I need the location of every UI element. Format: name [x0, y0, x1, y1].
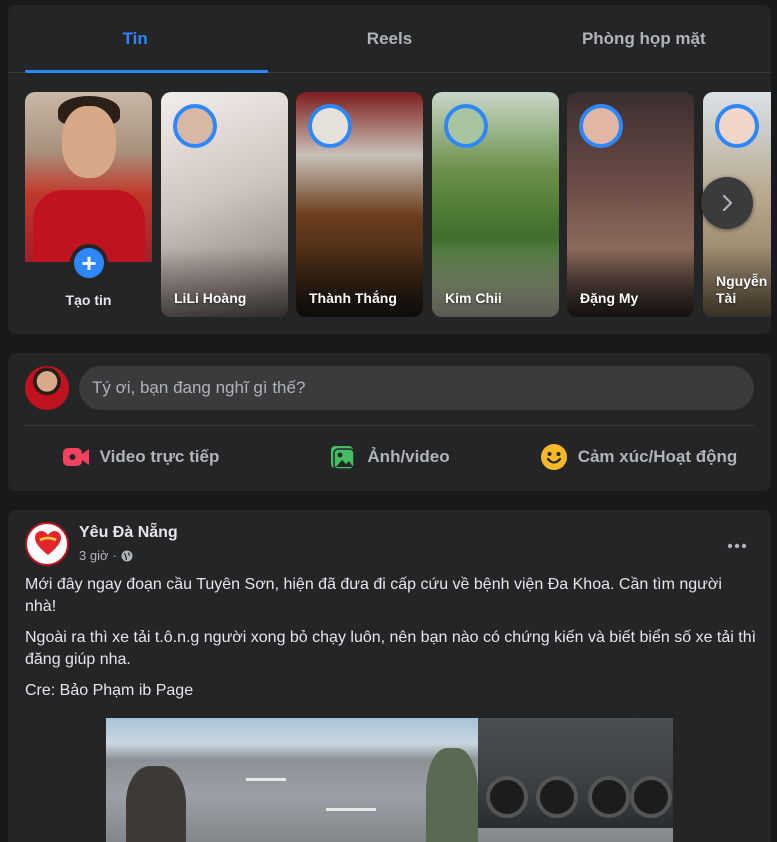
post-meta: 3 giờ · — [79, 548, 133, 563]
story-name: Thành Thắng — [309, 290, 397, 306]
photo-video-button[interactable]: Ảnh/video — [265, 435, 514, 479]
story-card[interactable]: Thành Thắng — [296, 92, 423, 317]
heart-logo-icon — [35, 531, 61, 555]
story-card[interactable]: Kim Chii — [432, 92, 559, 317]
feed-post: Yêu Đà Nẵng 3 giờ · Mới đây ngay đoạn cầ… — [8, 510, 771, 842]
post-author[interactable]: Yêu Đà Nẵng — [79, 524, 178, 542]
post-paragraph: Cre: Bảo Phạm ib Page — [25, 682, 194, 699]
composer-input[interactable]: Tý ơi, bạn đang nghĩ gì thế? — [79, 366, 754, 410]
stories-card: Tin Reels Phòng họp mặt + Tạo tin LiLi H… — [8, 5, 771, 334]
story-name: Nguyễn Tài — [716, 273, 768, 306]
create-story-card[interactable]: + Tạo tin — [25, 92, 152, 317]
feeling-activity-label: Cảm xúc/Hoạt động — [577, 447, 738, 466]
tab-reels[interactable]: Reels — [262, 5, 516, 72]
meta-separator: · — [112, 548, 117, 563]
add-story-icon[interactable]: + — [70, 244, 108, 282]
story-name: Đặng My — [580, 290, 639, 306]
tab-rooms[interactable]: Phòng họp mặt — [517, 5, 771, 72]
globe-icon — [121, 550, 133, 561]
divider — [25, 425, 754, 426]
tab-stories[interactable]: Tin — [8, 5, 262, 72]
avatar — [579, 104, 623, 148]
stories-next-button[interactable] — [701, 177, 753, 229]
story-name: LiLi Hoàng — [174, 290, 247, 306]
feeling-activity-button[interactable]: Cảm xúc/Hoạt động — [514, 435, 763, 479]
avatar — [715, 104, 759, 148]
create-story-photo — [25, 92, 152, 262]
avatar[interactable] — [25, 366, 69, 410]
avatar — [173, 104, 217, 148]
photo-video-icon — [329, 443, 357, 471]
avatar — [444, 104, 488, 148]
live-video-icon — [62, 443, 90, 471]
feeling-icon — [540, 443, 568, 471]
story-name: Kim Chii — [445, 290, 502, 306]
avatar — [308, 104, 352, 148]
stories-tabs: Tin Reels Phòng họp mặt — [8, 5, 771, 73]
post-photo[interactable] — [106, 718, 673, 842]
post-options-button[interactable] — [719, 528, 755, 564]
post-time[interactable]: 3 giờ — [79, 548, 109, 563]
more-horizontal-icon — [727, 543, 747, 549]
live-video-button[interactable]: Video trực tiếp — [16, 435, 265, 479]
create-story-label: Tạo tin — [65, 292, 112, 308]
post-paragraph: Mới đây ngay đoạn cầu Tuyên Sơn, hiện đã… — [25, 576, 722, 615]
composer-actions: Video trực tiếp Ảnh/video Cảm xúc/Hoạt đ… — [16, 435, 763, 479]
active-tab-indicator — [25, 70, 268, 73]
story-card[interactable]: LiLi Hoàng — [161, 92, 288, 317]
story-row: + Tạo tin LiLi Hoàng Thành Thắng Kim Chi… — [25, 92, 771, 317]
page-avatar[interactable] — [25, 522, 69, 566]
post-paragraph: Ngoài ra thì xe tải t.ô.n.g người xong b… — [25, 629, 757, 668]
photo-video-label: Ảnh/video — [367, 447, 450, 466]
post-body: Mới đây ngay đoạn cầu Tuyên Sơn, hiện đã… — [25, 574, 757, 711]
live-video-label: Video trực tiếp — [99, 447, 220, 466]
post-composer: Tý ơi, bạn đang nghĩ gì thế? Video trực … — [8, 353, 771, 491]
chevron-right-icon — [722, 194, 733, 212]
story-card[interactable]: Đặng My — [567, 92, 694, 317]
